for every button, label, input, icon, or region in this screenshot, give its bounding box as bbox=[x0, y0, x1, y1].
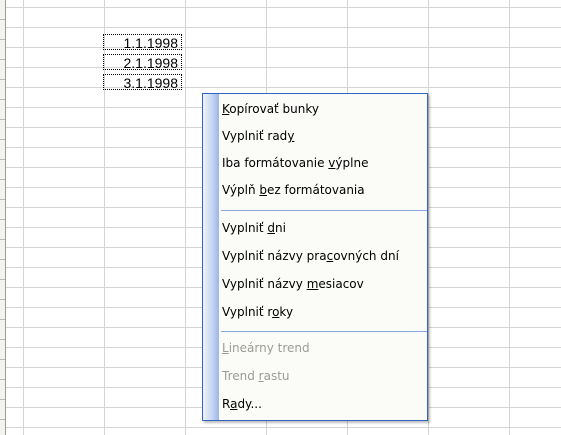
item-post: ýplne bbox=[335, 156, 369, 170]
menu-item-fill-formatting-only[interactable]: Iba formátovanie výplne bbox=[222, 151, 422, 176]
menu-icon-gutter bbox=[203, 94, 219, 420]
item-post: ovných dní bbox=[333, 249, 399, 263]
item-post: ky bbox=[279, 305, 294, 319]
item-post: opírovať bunky bbox=[229, 102, 320, 116]
item-pre: Vyplniť bbox=[222, 221, 268, 235]
item-accelerator: y bbox=[287, 129, 295, 143]
menu-item-fill-weekdays[interactable]: Vyplniť názvy pracovných dní bbox=[222, 244, 422, 269]
item-post: ni bbox=[275, 221, 286, 235]
cell-date-1[interactable]: 1.1.1998 bbox=[103, 34, 182, 51]
menu-separator bbox=[221, 210, 427, 211]
item-post: esiacov bbox=[318, 277, 364, 291]
menu-item-copy-cells[interactable]: Kopírovať bunky bbox=[222, 97, 422, 122]
menu-item-growth-trend: Trend rastu bbox=[222, 364, 422, 389]
menu-separator bbox=[221, 331, 427, 332]
item-post: dy... bbox=[237, 397, 262, 411]
item-pre: Trend bbox=[222, 369, 259, 383]
menu-item-fill-without-formatting[interactable]: Výplň bez formátovania bbox=[222, 178, 422, 203]
menu-item-fill-months[interactable]: Vyplniť názvy mesiacov bbox=[222, 272, 422, 297]
menu-item-linear-trend: Lineárny trend bbox=[222, 336, 422, 361]
menu-item-fill-years[interactable]: Vyplniť roky bbox=[222, 300, 422, 325]
menu-item-fill-days[interactable]: Vyplniť dni bbox=[222, 216, 422, 241]
item-pre: Iba formátovanie bbox=[222, 156, 329, 170]
cell-date-3[interactable]: 3.1.1998 bbox=[103, 74, 182, 91]
item-accelerator: d bbox=[267, 221, 276, 235]
item-post: ez formátovania bbox=[266, 183, 365, 197]
item-accelerator: L bbox=[222, 341, 229, 355]
item-pre: Vyplniť r bbox=[222, 305, 273, 319]
item-accelerator: b bbox=[259, 183, 267, 197]
item-pre: Výplň bbox=[222, 183, 260, 197]
menu-item-fill-series[interactable]: Vyplniť rady bbox=[222, 124, 422, 149]
item-post: ineárny trend bbox=[228, 341, 310, 355]
item-pre: Vyplniť názvy bbox=[222, 277, 307, 291]
item-pre: Vyplniť rad bbox=[222, 129, 288, 143]
menu-item-series-dialog[interactable]: Rady... bbox=[222, 392, 422, 417]
item-pre: Vyplniť názvy pra bbox=[222, 249, 327, 263]
item-accelerator: m bbox=[306, 277, 319, 291]
autofill-context-menu: Kopírovať bunky Vyplniť rady Iba formáto… bbox=[202, 93, 428, 421]
cell-date-2[interactable]: 2.1.1998 bbox=[103, 54, 182, 71]
item-pre: R bbox=[222, 397, 231, 411]
item-post: astu bbox=[263, 369, 290, 383]
